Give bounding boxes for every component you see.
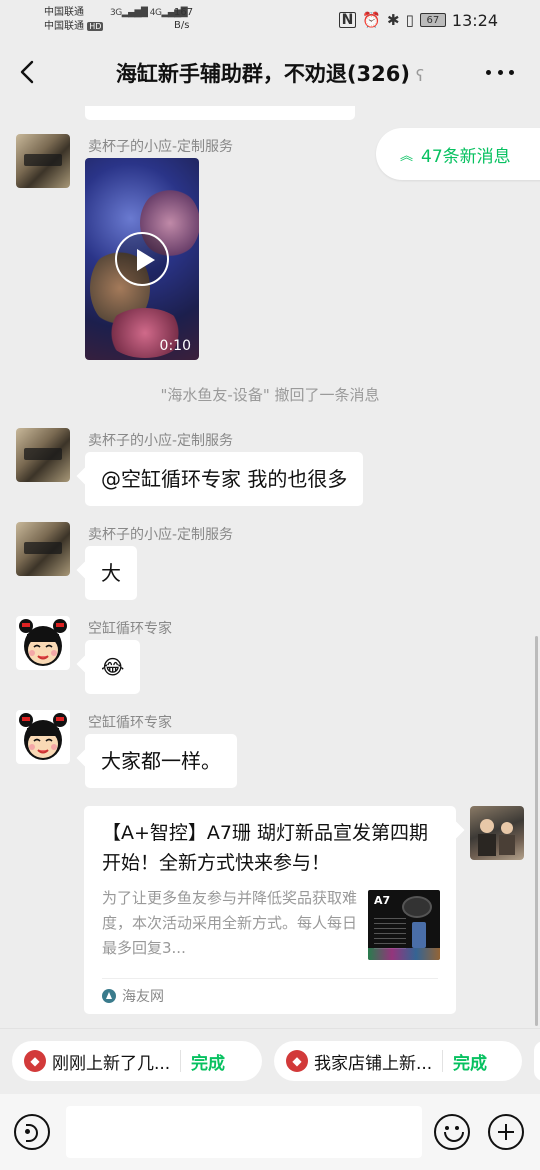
message-input[interactable] bbox=[66, 1106, 422, 1158]
card-description: 为了让更多鱼友参与并降低奖品获取难度，本次活动采用全新方式。每人每日最多回复3.… bbox=[102, 889, 358, 957]
card-thumbnail: A7 bbox=[368, 890, 440, 960]
status-right: N ⏰ ✱ ▯ 67 13:24 bbox=[338, 10, 498, 30]
network-speed: 167 B/s bbox=[174, 6, 193, 32]
voice-icon[interactable] bbox=[14, 1114, 50, 1150]
avatar[interactable] bbox=[16, 710, 70, 764]
avatar[interactable] bbox=[16, 522, 70, 576]
avatar[interactable] bbox=[16, 616, 70, 670]
scrollbar[interactable] bbox=[535, 636, 538, 1026]
my-avatar[interactable] bbox=[470, 806, 524, 860]
card-source: 海友网 bbox=[102, 986, 164, 1006]
video-message[interactable]: 0:10 bbox=[85, 158, 199, 360]
double-chevron-up-icon: ︽ bbox=[400, 148, 414, 164]
sender-name: 空缸循环专家 bbox=[88, 621, 172, 637]
message-bubble[interactable]: 大 bbox=[85, 546, 137, 600]
status-bar: 中国联通 中国联通 HD 3G▂▄▆█ 4G▂▄▆█ 167 B/s N ⏰ ✱… bbox=[0, 0, 540, 40]
quick-reply-bar: ◆ 刚刚上新了几... 完成 ◆ 我家店铺上新... 完成 bbox=[0, 1028, 540, 1094]
source-logo-icon bbox=[102, 989, 116, 1003]
more-dot bbox=[497, 70, 503, 75]
shop-logo bbox=[24, 542, 62, 554]
emoji-icon[interactable] bbox=[434, 1114, 470, 1150]
page-title: 海缸新手辅助群，不劝退(326) ʕ bbox=[0, 58, 540, 88]
source-name: 海友网 bbox=[122, 989, 164, 1005]
chat-header: 海缸新手辅助群，不劝退(326) ʕ bbox=[0, 40, 540, 106]
battery-icon: 67 bbox=[419, 13, 446, 27]
shop-icon: ◆ bbox=[286, 1050, 308, 1072]
text-lines-image bbox=[374, 914, 406, 950]
avatar[interactable] bbox=[16, 134, 70, 188]
hd-badge: HD bbox=[87, 22, 104, 31]
divider bbox=[180, 1050, 181, 1072]
sender-name: 卖杯子的小应-定制服务 bbox=[88, 139, 234, 155]
quick-reply-chip[interactable]: ◆ 刚刚上新了几... 完成 bbox=[12, 1041, 262, 1081]
device-image bbox=[402, 896, 432, 918]
message-bubble[interactable]: 😂 bbox=[85, 640, 141, 694]
shop-icon: ◆ bbox=[24, 1050, 46, 1072]
phone-image bbox=[412, 922, 426, 948]
carrier-info: 中国联通 中国联通 HD bbox=[44, 6, 104, 34]
ear-icon: ʕ bbox=[415, 66, 425, 85]
more-dots-icon bbox=[486, 70, 491, 75]
group-name: 海缸新手辅助群，不劝退(326) bbox=[115, 62, 410, 86]
people-photo-icon bbox=[478, 819, 515, 856]
chip-label: 刚刚上新了几... bbox=[52, 1053, 171, 1074]
play-icon[interactable] bbox=[115, 232, 169, 286]
video-duration: 0:10 bbox=[159, 338, 191, 354]
girl-avatar-icon bbox=[19, 713, 67, 760]
sender-name: 卖杯子的小应-定制服务 bbox=[88, 433, 234, 449]
chip-label: 我家店铺上新... bbox=[314, 1053, 433, 1074]
quick-reply-chip[interactable]: ◆ 我家店铺上新... 完成 bbox=[274, 1041, 522, 1081]
carrier-1: 中国联通 bbox=[44, 7, 84, 18]
message-bubble[interactable]: 大家都一样。 bbox=[85, 734, 237, 788]
divider bbox=[442, 1050, 443, 1072]
more-button[interactable] bbox=[486, 70, 514, 78]
previous-bubble bbox=[85, 106, 355, 120]
shop-logo bbox=[24, 154, 62, 166]
net-3g: 3G bbox=[110, 8, 122, 18]
carrier-2: 中国联通 bbox=[44, 21, 84, 32]
sender-name: 空缸循环专家 bbox=[88, 715, 172, 731]
system-message: "海水鱼友-设备" 撤回了一条消息 bbox=[160, 386, 380, 404]
speed-unit: B/s bbox=[174, 20, 190, 31]
alarm-icon: ⏰ bbox=[362, 11, 382, 29]
clock: 13:24 bbox=[451, 10, 498, 30]
vibrate-icon: ▯ bbox=[405, 11, 414, 29]
new-messages-button[interactable]: ︽ 47条新消息 bbox=[376, 128, 540, 180]
nfc-icon: N bbox=[338, 12, 357, 28]
card-title: 【A+智控】A7珊 瑚灯新品宣发第四期开始！全新方式快来参与！ bbox=[102, 822, 429, 874]
speed-value: 167 bbox=[174, 7, 194, 18]
link-card[interactable]: 【A+智控】A7珊 瑚灯新品宣发第四期开始！全新方式快来参与！ 为了让更多鱼友参… bbox=[84, 806, 456, 1014]
sender-name: 卖杯子的小应-定制服务 bbox=[88, 527, 234, 543]
input-bar bbox=[0, 1094, 540, 1170]
chip-done-button[interactable]: 完成 bbox=[191, 1049, 225, 1074]
girl-avatar-icon bbox=[19, 619, 67, 666]
quick-reply-chip[interactable] bbox=[534, 1041, 540, 1081]
new-messages-label: 47条新消息 bbox=[421, 146, 511, 167]
chip-done-button[interactable]: 完成 bbox=[453, 1049, 487, 1074]
divider bbox=[102, 978, 438, 979]
net-4g: 4G bbox=[149, 8, 162, 18]
chat-area[interactable]: 卖杯子的小应-定制服务 0:10 ︽ 47条新消息 "海水鱼友-设备" 撤回了一… bbox=[0, 106, 540, 1026]
shop-logo bbox=[24, 448, 62, 460]
bluetooth-icon: ✱ bbox=[387, 11, 400, 29]
plus-icon[interactable] bbox=[488, 1114, 524, 1150]
thumb-label: A7 bbox=[374, 894, 391, 907]
message-bubble[interactable]: @空缸循环专家 我的也很多 bbox=[85, 452, 364, 506]
avatar[interactable] bbox=[16, 428, 70, 482]
more-dot bbox=[509, 70, 514, 75]
reef-image bbox=[368, 948, 440, 960]
